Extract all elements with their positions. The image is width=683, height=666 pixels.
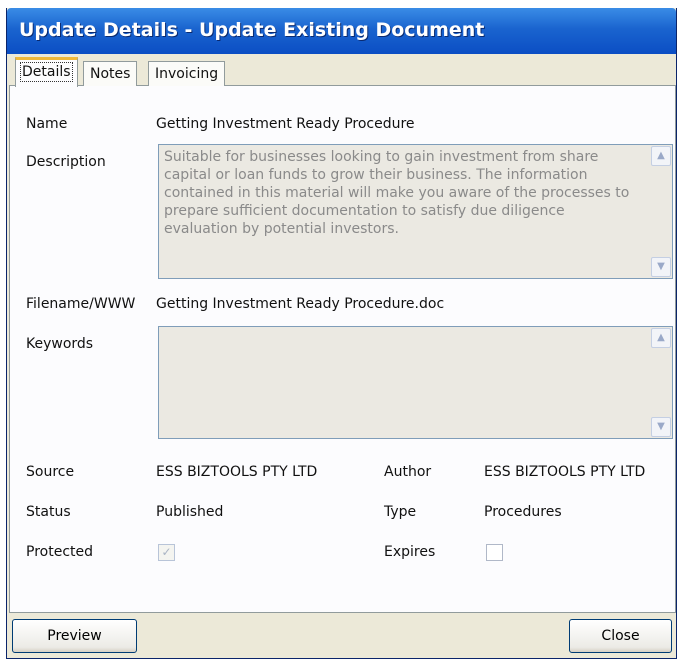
- name-label: Name: [26, 116, 68, 132]
- scroll-down-icon[interactable]: ▼: [651, 417, 671, 437]
- status-value: Published: [156, 504, 224, 520]
- close-button[interactable]: Close: [569, 619, 672, 653]
- preview-button[interactable]: Preview: [12, 619, 137, 653]
- status-label: Status: [26, 504, 71, 520]
- details-panel: Name Getting Investment Ready Procedure …: [9, 86, 676, 613]
- source-label: Source: [26, 464, 75, 480]
- author-value: ESS BIZTOOLS PTY LTD: [484, 464, 646, 480]
- keywords-label: Keywords: [26, 336, 94, 352]
- expires-label: Expires: [384, 544, 436, 560]
- type-label: Type: [384, 504, 417, 520]
- author-label: Author: [384, 464, 432, 480]
- update-details-window: Update Details - Update Existing Documen…: [6, 8, 677, 659]
- window-title: Update Details - Update Existing Documen…: [19, 19, 485, 41]
- scroll-up-icon[interactable]: ▲: [651, 328, 671, 348]
- protected-checkbox[interactable]: ✓: [158, 544, 175, 561]
- tab-notes[interactable]: Notes: [83, 61, 138, 87]
- source-value: ESS BIZTOOLS PTY LTD: [156, 464, 318, 480]
- tab-strip: Details Notes Invoicing: [9, 56, 676, 87]
- scroll-down-icon[interactable]: ▼: [651, 257, 671, 277]
- keywords-textarea[interactable]: ▲ ▼: [158, 326, 673, 439]
- title-bar[interactable]: Update Details - Update Existing Documen…: [7, 8, 676, 54]
- checkmark-icon: ✓: [161, 545, 172, 559]
- name-value: Getting Investment Ready Procedure: [156, 116, 415, 132]
- description-textarea[interactable]: Suitable for businesses looking to gain …: [158, 144, 673, 279]
- description-scrollbar[interactable]: ▲ ▼: [651, 146, 671, 277]
- filename-value: Getting Investment Ready Procedure.doc: [156, 296, 445, 312]
- tab-invoicing[interactable]: Invoicing: [148, 61, 226, 87]
- filename-label: Filename/WWW: [26, 296, 136, 312]
- description-label: Description: [26, 154, 106, 170]
- expires-checkbox[interactable]: [486, 544, 503, 561]
- tab-details[interactable]: Details: [15, 57, 78, 87]
- protected-label: Protected: [26, 544, 93, 560]
- keywords-scrollbar[interactable]: ▲ ▼: [651, 328, 671, 437]
- description-text: Suitable for businesses looking to gain …: [164, 149, 630, 237]
- type-value: Procedures: [484, 504, 562, 520]
- scroll-up-icon[interactable]: ▲: [651, 146, 671, 166]
